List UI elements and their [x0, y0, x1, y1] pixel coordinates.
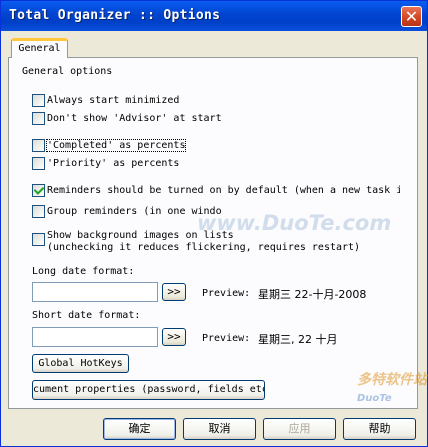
background-images-note: (unchecking it reduces flickering, requi…: [47, 242, 361, 253]
options-window: Total Organizer :: Options ✕ General Gen…: [0, 0, 428, 447]
completed-as-percents-checkbox[interactable]: [32, 139, 45, 152]
always-start-minimized-checkbox[interactable]: [32, 94, 45, 107]
short-date-format-picker-button[interactable]: >>: [162, 328, 186, 346]
short-date-format-input[interactable]: [32, 327, 158, 347]
long-date-format-label: Long date format:: [32, 266, 135, 277]
reminders-default-checkbox[interactable]: [32, 184, 45, 197]
group-reminders-label[interactable]: Group reminders (in one windo: [47, 206, 222, 217]
tab-general[interactable]: General: [11, 38, 68, 58]
long-date-format-input[interactable]: [32, 282, 158, 302]
document-properties-button[interactable]: cument properties (password, fields etc: [32, 380, 265, 400]
short-date-format-label: Short date format:: [32, 310, 141, 321]
ok-button[interactable]: 确定: [103, 418, 176, 440]
help-button[interactable]: 帮助: [343, 418, 416, 440]
priority-as-percents-checkbox[interactable]: [32, 157, 45, 170]
close-button[interactable]: ✕: [401, 6, 422, 27]
long-date-preview-label: Preview:: [202, 288, 251, 299]
always-start-minimized-label[interactable]: Always start minimized: [47, 95, 179, 106]
apply-button[interactable]: 应用: [263, 418, 336, 440]
short-date-preview-label: Preview:: [202, 333, 251, 344]
window-title: Total Organizer :: Options: [9, 8, 221, 23]
background-images-checkbox[interactable]: [32, 233, 45, 246]
long-date-preview-value: 星期三 22-十月-2008: [258, 288, 367, 301]
cancel-button[interactable]: 取消: [183, 418, 256, 440]
short-date-preview-value: 星期三, 22 十月: [258, 333, 338, 346]
reminders-default-label[interactable]: Reminders should be turned on by default…: [47, 185, 400, 196]
dont-show-advisor-label[interactable]: Don't show 'Advisor' at start: [47, 113, 222, 124]
long-date-format-picker-button[interactable]: >>: [162, 283, 186, 301]
completed-as-percents-label[interactable]: 'Completed' as percents: [45, 139, 187, 152]
group-reminders-checkbox[interactable]: [32, 205, 45, 218]
global-hotkeys-button[interactable]: Global HotKeys: [32, 354, 129, 373]
background-images-label[interactable]: Show background images on lists: [47, 230, 234, 241]
general-options-heading: General options: [22, 66, 113, 77]
title-bar[interactable]: Total Organizer :: Options ✕: [1, 1, 427, 31]
priority-as-percents-label[interactable]: 'Priority' as percents: [47, 158, 179, 169]
dont-show-advisor-checkbox[interactable]: [32, 112, 45, 125]
